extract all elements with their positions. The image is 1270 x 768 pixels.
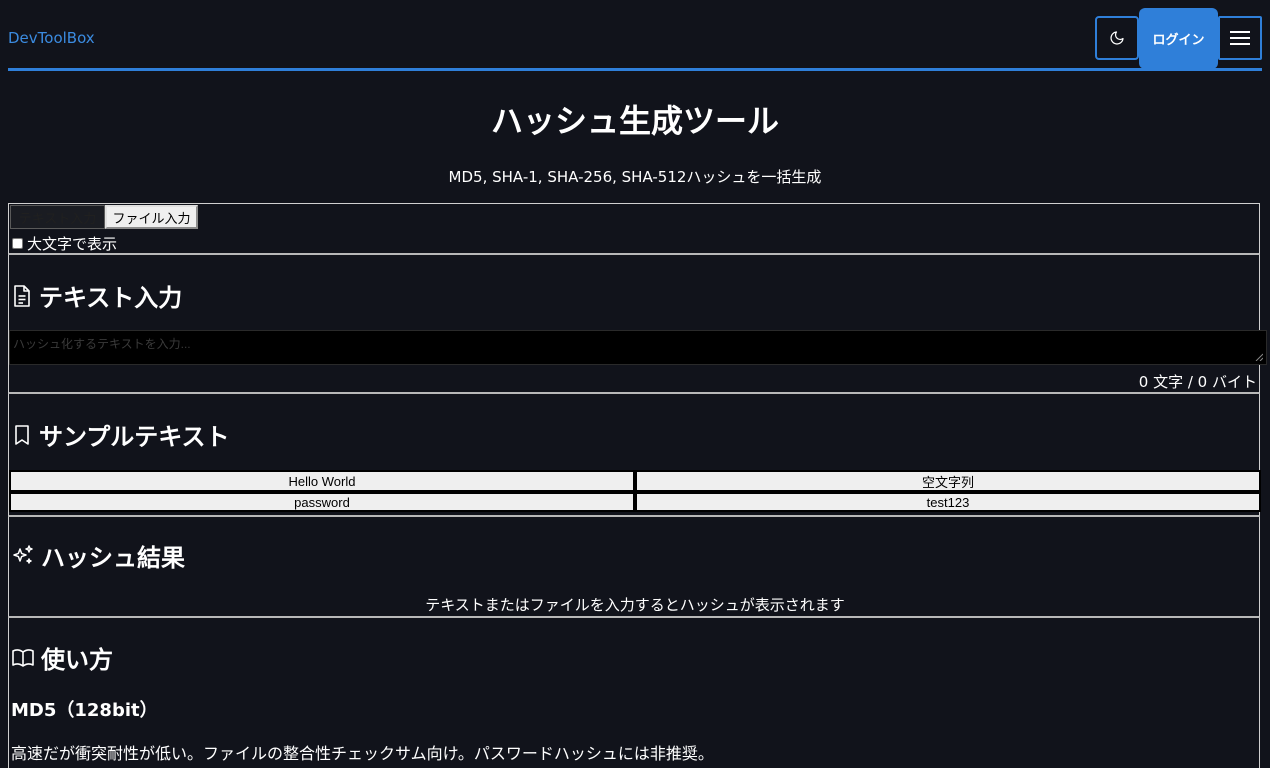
sample-hello-world-button[interactable]: Hello World [9,470,635,492]
hash-empty-message: テキストまたはファイルを入力するとハッシュが表示されます [425,596,845,614]
text-input-heading: テキスト入力 [11,278,182,313]
header-divider [8,68,1262,71]
open-book-icon [12,648,34,667]
brand-link[interactable]: DevToolBox [8,29,95,47]
bookmark-icon [15,424,29,445]
page-title: ハッシュ生成ツール [490,102,779,140]
hash-result-heading: ハッシュ結果 [11,538,185,573]
md5-heading: MD5（128bit） [11,700,158,721]
theme-toggle-button[interactable] [1095,16,1139,60]
sample-text-heading-label: サンプルテキスト [39,423,230,451]
page-subtitle: MD5, SHA-1, SHA-256, SHA-512ハッシュを一括生成 [448,168,822,186]
uppercase-toggle[interactable]: 大文字で表示 [12,233,117,254]
menu-button[interactable] [1218,16,1262,60]
md5-description: 高速だが衝突耐性が低い。ファイルの整合性チェックサム向け。パスワードハッシュには… [11,744,714,763]
site-header: DevToolBox ログイン [0,0,1270,72]
hash-result-heading-label: ハッシュ結果 [41,544,185,572]
text-input-heading-label: テキスト入力 [39,284,183,312]
login-button[interactable]: ログイン [1139,8,1218,69]
resize-handle-icon[interactable] [1255,353,1263,361]
tab-text-input[interactable]: テキスト入力 [10,205,105,229]
sparkles-icon [13,544,33,564]
document-icon [14,284,30,307]
sample-text-panel: サンプルテキスト Hello World 空文字列 password test1… [8,394,1261,517]
sample-empty-string-button[interactable]: 空文字列 [635,470,1261,492]
tab-file-input[interactable]: ファイル入力 [105,205,198,229]
moon-icon [1110,31,1124,45]
text-input-field[interactable]: ハッシュ化するテキストを入力... [9,330,1267,365]
usage-panel: 使い方 MD5（128bit） 高速だが衝突耐性が低い。ファイルの整合性チェック… [8,618,1260,768]
usage-heading-label: 使い方 [41,646,113,674]
text-input-placeholder: ハッシュ化するテキストを入力... [13,337,191,351]
hamburger-menu-icon [1230,31,1250,45]
uppercase-label: 大文字で表示 [27,235,118,253]
uppercase-checkbox[interactable] [12,238,23,249]
hash-result-panel: ハッシュ結果 テキストまたはファイルを入力するとハッシュが表示されます [8,517,1260,618]
char-count: 0 文字 / 0 バイト [1138,373,1257,391]
sample-password-button[interactable]: password [9,492,635,512]
sample-test123-button[interactable]: test123 [635,492,1261,512]
usage-heading: 使い方 [11,640,113,675]
text-input-panel: テキスト入力 ハッシュ化するテキストを入力... 0 文字 / 0 バイト [8,255,1267,394]
input-mode-panel: テキスト入力 ファイル入力 大文字で表示 [8,203,1260,255]
sample-button-grid: Hello World 空文字列 password test123 [9,470,1261,512]
sample-text-heading: サンプルテキスト [11,417,230,452]
